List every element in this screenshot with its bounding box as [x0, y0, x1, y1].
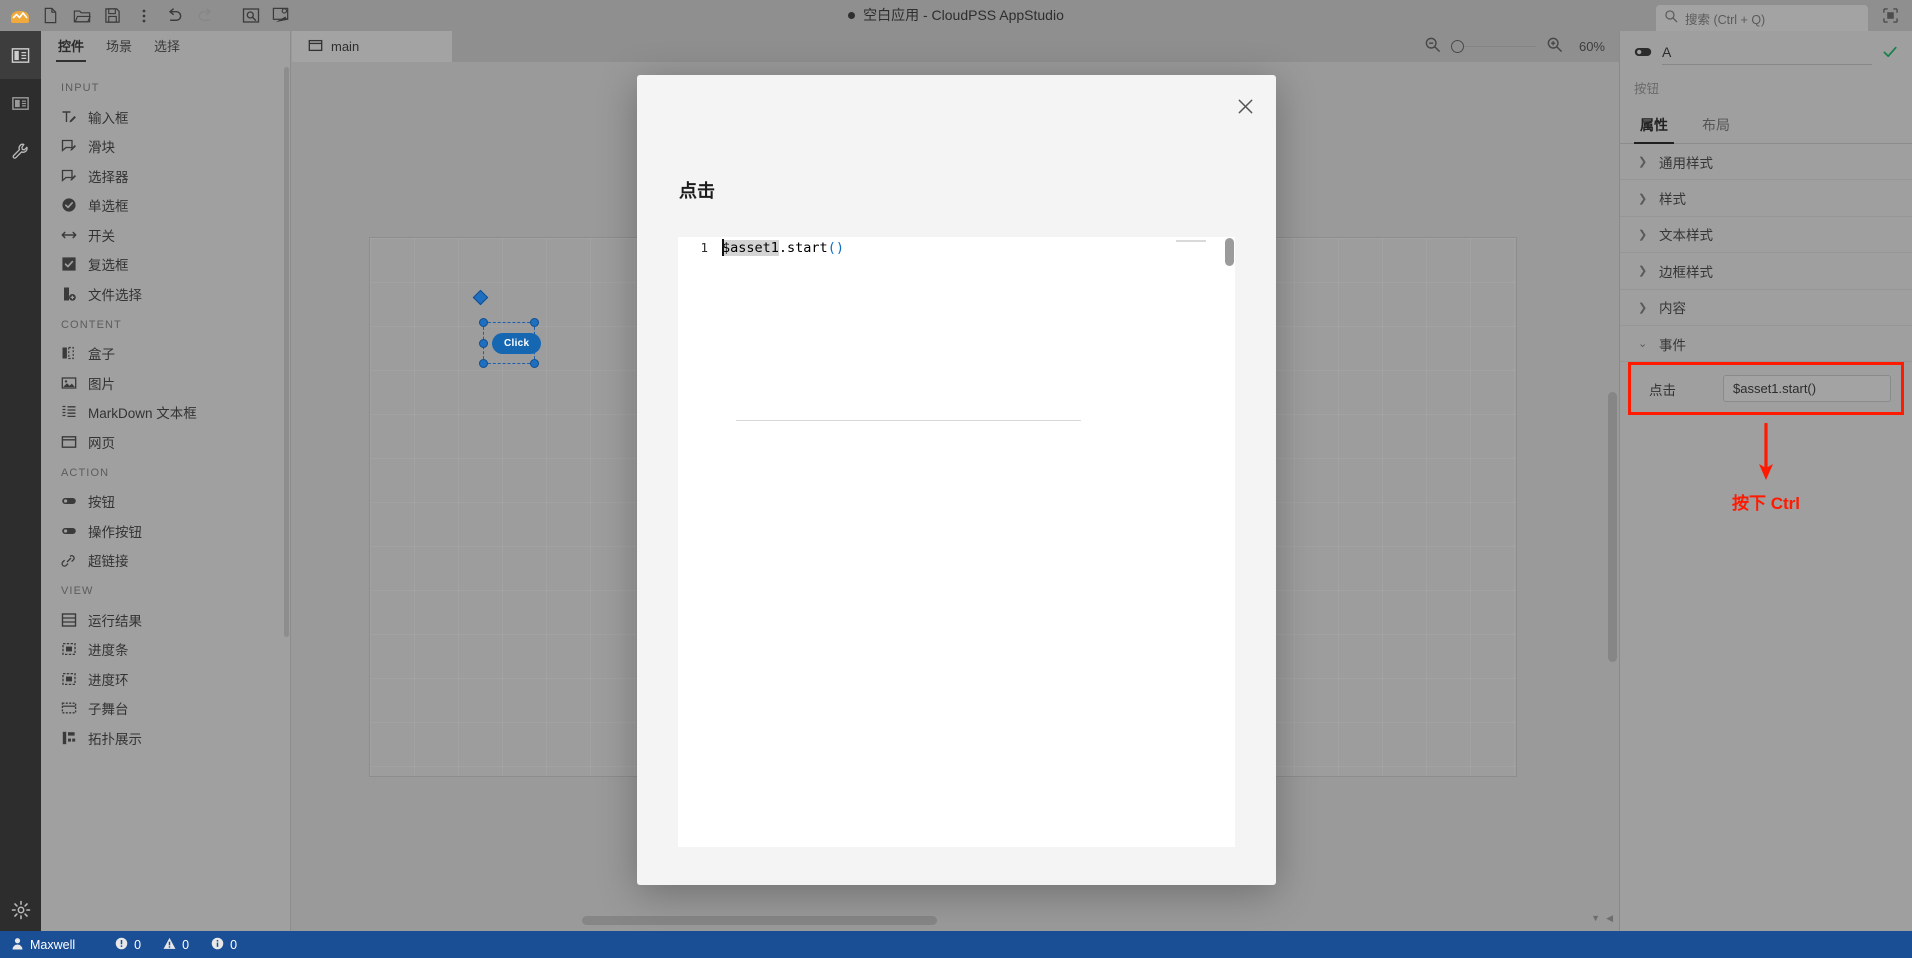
modal-overlay: 点击 1 $asset1.start() — [0, 0, 1912, 958]
dialog-title: 点击 — [679, 181, 715, 201]
code-member-token: .start — [778, 240, 828, 256]
code-selected-token: $asset1 — [722, 240, 779, 256]
code-editor[interactable]: 1 $asset1.start() — [678, 237, 1235, 847]
code-minimap[interactable] — [1176, 240, 1222, 248]
code-line-1: 1 $asset1.start() — [678, 237, 1235, 259]
event-code-dialog: 点击 1 $asset1.start() — [637, 75, 1276, 885]
text-caret — [722, 239, 724, 256]
code-occurrence-underline — [736, 420, 1081, 421]
code-paren-token: () — [827, 240, 844, 256]
line-number: 1 — [700, 240, 708, 255]
code-content[interactable]: $asset1.start() — [722, 237, 844, 259]
code-editor-scrollbar[interactable] — [1225, 238, 1234, 266]
close-icon[interactable] — [1228, 89, 1262, 123]
app-root: 空白应用 - CloudPSS AppStudio 搜索 (Ctrl + Q) — [0, 0, 1912, 958]
